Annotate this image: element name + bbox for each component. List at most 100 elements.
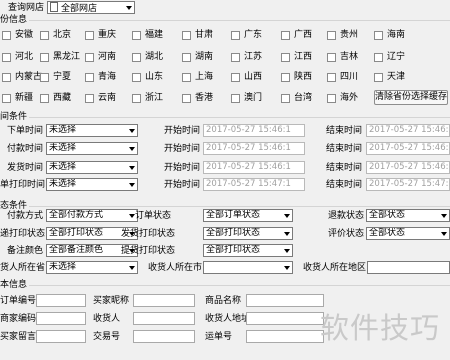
status-filter-select[interactable]: 全部打印状态 (203, 227, 293, 240)
province-checkbox[interactable] (132, 53, 141, 62)
province-checkbox[interactable] (182, 73, 191, 82)
basic-field-input[interactable] (246, 330, 324, 343)
basic-field-input[interactable] (133, 312, 195, 325)
province-checkbox[interactable] (132, 94, 141, 103)
status-filter-value: 全部打印状态 (49, 228, 104, 238)
basic-field-input[interactable] (133, 330, 195, 343)
province-checkbox[interactable] (374, 53, 383, 62)
basic-field-label: 订单编号 (0, 296, 37, 306)
time-type-value: 未选择 (49, 162, 77, 172)
basic-field-input[interactable] (246, 294, 324, 307)
province-checkbox[interactable] (281, 53, 290, 62)
province-checkbox[interactable] (281, 73, 290, 82)
time-section-title: 间条件 (0, 111, 30, 123)
buyer-province-select[interactable]: 未选择 (46, 261, 138, 274)
province-checkbox[interactable] (231, 94, 240, 103)
buyer-province-value: 未选择 (49, 262, 77, 272)
province-checkbox[interactable] (2, 31, 11, 40)
end-time-picker[interactable]: 2017-05-27 15:46:1 (366, 124, 450, 137)
status-filter-select[interactable]: 全部打印状态 (203, 244, 293, 257)
status-filter-select[interactable]: 全部状态 (366, 227, 450, 240)
province-checkbox[interactable] (40, 94, 49, 103)
time-type-select[interactable]: 未选择 (46, 178, 138, 191)
start-time-picker[interactable]: 2017-05-27 15:46:1 (203, 161, 305, 174)
province-label: 青海 (98, 72, 117, 82)
basic-field-input[interactable] (36, 312, 86, 325)
province-checkbox[interactable] (40, 53, 49, 62)
basic-field-input[interactable] (36, 330, 86, 343)
province-checkbox[interactable] (132, 31, 141, 40)
status-filter-label: 递打印状态 (0, 229, 46, 239)
province-checkbox[interactable] (182, 31, 191, 40)
province-label: 贵州 (340, 30, 359, 40)
province-checkbox[interactable] (2, 94, 11, 103)
province-checkbox[interactable] (327, 73, 336, 82)
basic-field-input[interactable] (36, 294, 86, 307)
province-checkbox[interactable] (374, 31, 383, 40)
time-type-select[interactable]: 未选择 (46, 161, 138, 174)
province-label: 云南 (98, 93, 117, 103)
start-time-picker[interactable]: 2017-05-27 15:46:1 (203, 142, 305, 155)
province-checkbox[interactable] (231, 73, 240, 82)
province-checkbox[interactable] (85, 31, 94, 40)
province-checkbox[interactable] (327, 94, 336, 103)
start-time-picker[interactable]: 2017-05-27 15:47:1 (203, 178, 305, 191)
basic-field-input[interactable] (133, 294, 195, 307)
province-checkbox[interactable] (2, 53, 11, 62)
basic-field-input[interactable] (246, 312, 324, 325)
chevron-down-icon (284, 249, 290, 253)
province-checkbox[interactable] (40, 31, 49, 40)
status-filter-label: 发货打印状态 (121, 229, 176, 239)
province-label: 浙江 (145, 93, 164, 103)
province-checkbox[interactable] (40, 73, 49, 82)
province-checkbox[interactable] (85, 73, 94, 82)
city-select[interactable] (203, 261, 293, 274)
chevron-down-icon (284, 266, 290, 270)
status-filter-select[interactable]: 全部状态 (366, 209, 450, 222)
province-label: 黑龙江 (53, 52, 81, 62)
store-select[interactable]: 全部网店 (47, 1, 135, 14)
status-filter-select[interactable]: 全部订单状态 (203, 209, 293, 222)
start-time-label: 开始时间 (164, 126, 201, 136)
district-select[interactable] (367, 261, 450, 274)
time-type-select[interactable]: 未选择 (46, 142, 138, 155)
end-time-picker[interactable]: 2017-05-27 15:47:1 (366, 178, 450, 191)
province-checkbox[interactable] (182, 53, 191, 62)
chevron-down-icon (129, 266, 135, 270)
document-icon (50, 2, 58, 12)
province-label: 陕西 (294, 72, 313, 82)
start-time-picker[interactable]: 2017-05-27 15:46:1 (203, 124, 305, 137)
time-type-value: 未选择 (49, 125, 77, 135)
clear-province-cache-button[interactable]: 清除省份选择缓存 (374, 90, 448, 105)
status-filter-select[interactable]: 全部付款方式 (46, 209, 138, 222)
province-checkbox[interactable] (327, 31, 336, 40)
status-section-divider (0, 206, 450, 207)
end-time-label: 结束时间 (326, 163, 363, 173)
province-checkbox[interactable] (182, 94, 191, 103)
province-checkbox[interactable] (281, 31, 290, 40)
end-time-label: 结束时间 (326, 180, 363, 190)
end-time-label: 结束时间 (326, 144, 363, 154)
basic-section-divider (0, 285, 450, 286)
province-label: 台湾 (294, 93, 313, 103)
end-time-picker[interactable]: 2017-05-27 15:46:1 (366, 142, 450, 155)
province-checkbox[interactable] (132, 73, 141, 82)
basic-field-label: 运单号 (205, 332, 233, 342)
province-checkbox[interactable] (2, 73, 11, 82)
province-label: 甘肃 (195, 30, 214, 40)
province-checkbox[interactable] (85, 53, 94, 62)
chevron-down-icon (441, 214, 447, 218)
status-filter-value: 全部状态 (369, 210, 406, 220)
province-checkbox[interactable] (231, 31, 240, 40)
status-filter-value: 全部打印状态 (206, 245, 261, 255)
province-label: 北京 (53, 30, 72, 40)
province-checkbox[interactable] (85, 94, 94, 103)
end-time-picker[interactable]: 2017-05-27 15:46:1 (366, 161, 450, 174)
province-checkbox[interactable] (374, 73, 383, 82)
province-checkbox[interactable] (231, 53, 240, 62)
status-filter-label: 备注颜色 (7, 246, 44, 256)
province-label: 西藏 (53, 93, 72, 103)
province-checkbox[interactable] (281, 94, 290, 103)
province-checkbox[interactable] (327, 53, 336, 62)
time-type-select[interactable]: 未选择 (46, 124, 138, 137)
